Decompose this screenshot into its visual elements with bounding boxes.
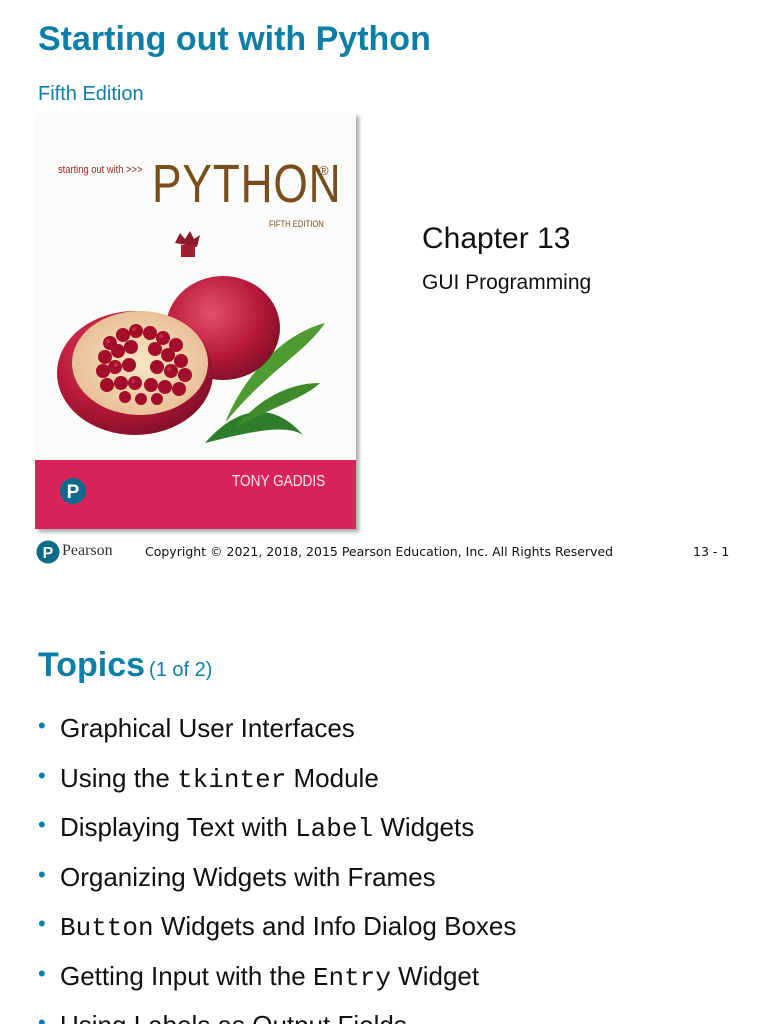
footer-page-number: 13 - 1 — [693, 544, 730, 559]
slide-subtitle: Fifth Edition — [38, 83, 144, 105]
cover-small-text: starting out with >>> — [58, 164, 143, 176]
topic-code: Label — [295, 814, 374, 844]
cover-author: TONY GADDIS — [232, 473, 326, 490]
bullet-icon: • — [38, 861, 46, 887]
topic-item: • Displaying Text with Label Widgets — [38, 807, 516, 857]
topics-count: (1 of 2) — [149, 659, 213, 681]
topic-code: Button — [60, 913, 154, 943]
topic-text: Displaying Text with — [60, 812, 296, 842]
topic-item: • Graphical User Interfaces — [38, 708, 516, 758]
title-slide: Starting out with Python Fifth Edition s… — [0, 0, 768, 580]
pearson-footer-logo-icon: P — [36, 540, 60, 564]
svg-text:P: P — [67, 482, 80, 503]
topic-text: Widgets — [373, 812, 475, 842]
cover-registered-mark: ® — [319, 163, 329, 178]
topic-text: Graphical User Interfaces — [60, 713, 355, 743]
bullet-icon: • — [38, 713, 46, 738]
chapter-subtitle: GUI Programming — [422, 271, 592, 294]
svg-text:P: P — [43, 545, 54, 562]
topic-code: tkinter — [177, 764, 287, 795]
cover-title: PYTHON — [152, 154, 342, 214]
topic-item: • Organizing Widgets with Frames — [38, 857, 516, 907]
bullet-icon: • — [38, 911, 46, 936]
topic-text: Getting Input with the — [60, 960, 313, 991]
footer-copyright: Copyright © 2021, 2018, 2015 Pearson Edu… — [145, 544, 614, 559]
topic-item: • Getting Input with the Entry Widget — [38, 956, 516, 1006]
topic-item: • Button Widgets and Info Dialog Boxes — [38, 906, 516, 956]
topics-slide: Topics (1 of 2) • Graphical User Interface… — [0, 600, 768, 1024]
cover-author-band: P TONY GADDIS — [35, 460, 356, 529]
chapter-title: Chapter 13 — [422, 222, 571, 255]
topic-text: Module — [286, 762, 379, 793]
topics-heading: Topics — [38, 646, 146, 684]
book-cover: starting out with >>> PYTHON ® FIFTH EDI… — [35, 113, 356, 529]
topic-text: Widget — [390, 960, 480, 991]
topic-code: Entry — [312, 962, 391, 993]
topic-text: Using the — [60, 762, 178, 793]
topic-text: Organizing Widgets with Frames — [60, 861, 436, 892]
bullet-icon: • — [38, 812, 46, 837]
pomegranate-illustration — [57, 231, 325, 443]
topic-text: Widgets and Info Dialog Boxes — [153, 911, 517, 941]
topics-list: • Graphical User Interfaces • Using the tki… — [38, 708, 516, 1024]
bullet-icon: • — [38, 762, 46, 788]
bullet-icon: • — [38, 960, 46, 986]
bullet-icon: • — [38, 1010, 46, 1024]
slide-title: Starting out with Python — [38, 20, 431, 58]
pearson-logo-icon: P — [60, 478, 86, 504]
topic-text: Using Labels as Output Fields — [60, 1010, 407, 1024]
footer-brand: Pearson — [62, 542, 113, 559]
topic-item: • Using the tkinter Module — [38, 758, 516, 808]
topics-title: Topics (1 of 2) — [38, 646, 212, 685]
topic-item: • Using Labels as Output Fields — [38, 1005, 516, 1024]
